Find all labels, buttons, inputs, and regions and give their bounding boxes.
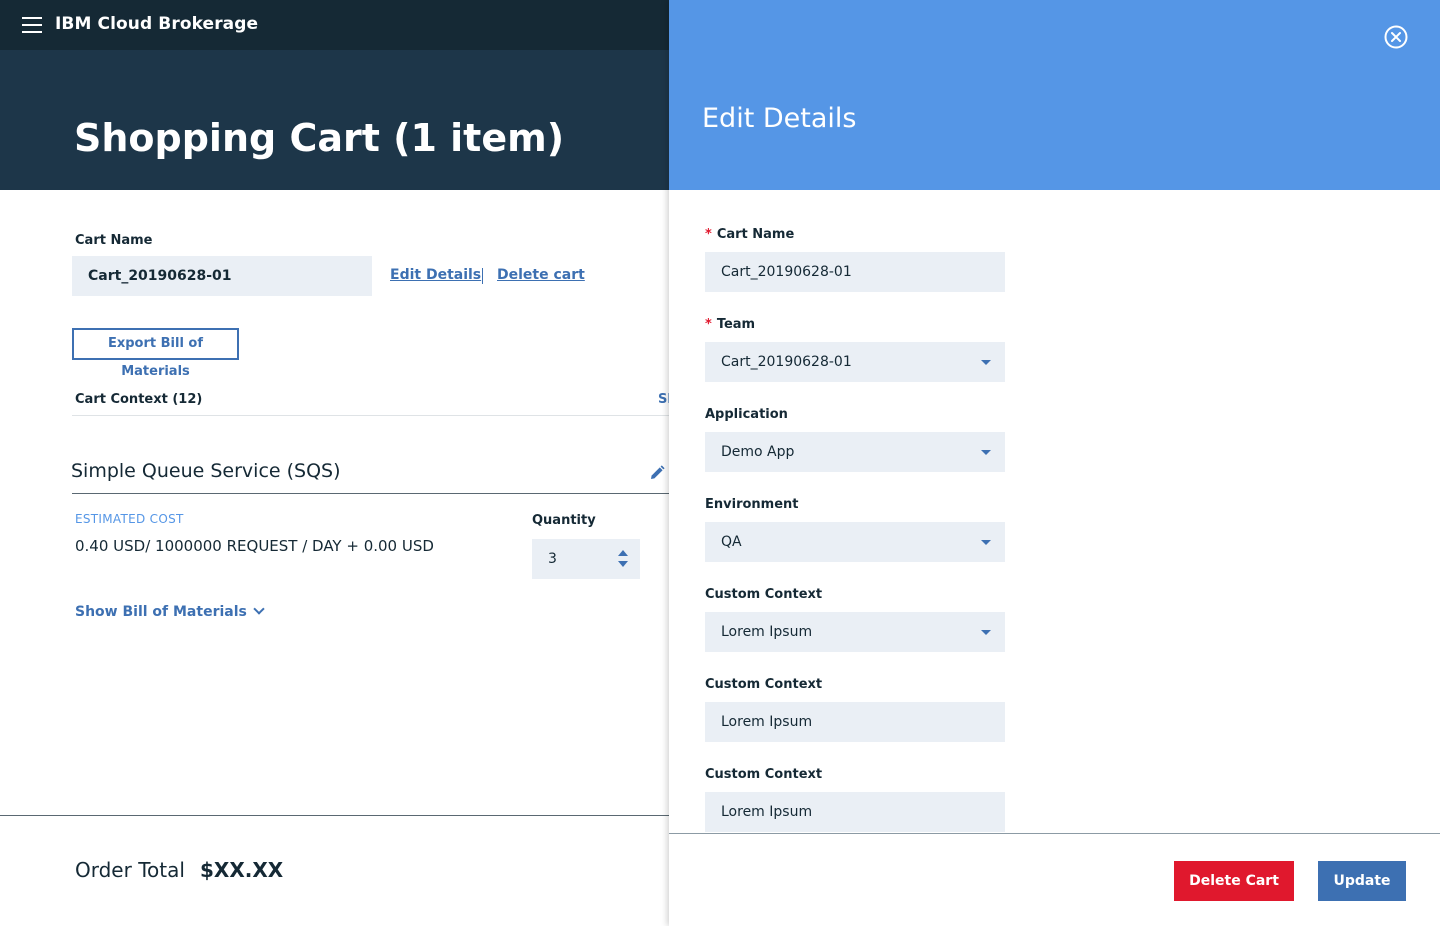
link-divider — [482, 268, 483, 284]
top-bar: IBM Cloud Brokerage — [0, 0, 669, 50]
custom-context-input[interactable]: Lorem Ipsum — [705, 702, 1005, 742]
caret-down-icon — [981, 540, 991, 545]
hamburger-icon[interactable] — [22, 17, 42, 33]
caret-down-icon[interactable] — [618, 561, 628, 567]
custom-context-field-label: Custom Context — [705, 767, 823, 782]
delete-cart-link[interactable]: Delete cart — [497, 267, 585, 283]
edit-details-panel: Edit Details * Cart Name Cart_20190628-01… — [669, 0, 1440, 926]
environment-field-label: Environment — [705, 497, 799, 512]
close-icon[interactable] — [1384, 25, 1408, 49]
page-title: Shopping Cart (1 item) — [74, 116, 565, 160]
panel-header: Edit Details — [669, 0, 1440, 190]
quantity-label: Quantity — [532, 513, 596, 528]
cart-name-field-label: * Cart Name — [705, 227, 795, 242]
show-bom-link[interactable]: Show Bill of Materials — [75, 603, 265, 620]
cart-context-toggle[interactable]: Sh — [658, 392, 669, 407]
estimated-cost-value: 0.40 USD/ 1000000 REQUEST / DAY + 0.00 U… — [75, 537, 434, 555]
divider — [0, 815, 669, 816]
chevron-down-icon — [253, 603, 265, 615]
application-field-label: Application — [705, 407, 788, 422]
custom-context-field-label: Custom Context — [705, 587, 823, 602]
divider — [72, 493, 669, 494]
required-marker: * — [705, 317, 712, 332]
order-total-value: $XX.XX — [200, 858, 284, 882]
panel-title: Edit Details — [702, 103, 857, 134]
cart-name-label: Cart Name — [75, 233, 153, 248]
team-select[interactable]: Cart_20190628-01 — [705, 342, 1005, 382]
service-title: Simple Queue Service (SQS) — [71, 460, 341, 482]
delete-cart-button[interactable]: Delete Cart — [1174, 861, 1294, 901]
quantity-stepper[interactable]: 3 — [532, 539, 640, 579]
custom-context-field-label: Custom Context — [705, 677, 823, 692]
caret-up-icon[interactable] — [618, 550, 628, 556]
cart-context-label: Cart Context (12) — [75, 392, 203, 407]
divider — [72, 415, 669, 416]
team-field-label: * Team — [705, 317, 756, 332]
custom-context-input[interactable]: Lorem Ipsum — [705, 792, 1005, 832]
application-select[interactable]: Demo App — [705, 432, 1005, 472]
custom-context-select[interactable]: Lorem Ipsum — [705, 612, 1005, 652]
edit-details-link[interactable]: Edit Details — [390, 267, 481, 283]
cart-name-input[interactable]: Cart_20190628-01 — [705, 252, 1005, 292]
page-hero: Shopping Cart (1 item) — [0, 50, 669, 190]
caret-down-icon — [981, 360, 991, 365]
divider — [669, 833, 1440, 834]
show-bom-label: Show Bill of Materials — [75, 604, 247, 620]
caret-down-icon — [981, 450, 991, 455]
shopping-cart-page: IBM Cloud Brokerage Shopping Cart (1 ite… — [0, 0, 669, 926]
required-marker: * — [705, 227, 712, 242]
export-bom-button[interactable]: Export Bill of Materials — [72, 328, 239, 379]
brand-name: IBM Cloud Brokerage — [55, 14, 259, 34]
order-total-label: Order Total — [75, 858, 185, 882]
cart-name-display: Cart_20190628-01 — [72, 256, 372, 296]
estimated-cost-label: ESTIMATED COST — [75, 512, 184, 526]
pencil-icon[interactable] — [648, 464, 666, 482]
update-button[interactable]: Update — [1318, 861, 1406, 901]
quantity-value[interactable]: 3 — [548, 551, 557, 567]
environment-select[interactable]: QA — [705, 522, 1005, 562]
caret-down-icon — [981, 630, 991, 635]
